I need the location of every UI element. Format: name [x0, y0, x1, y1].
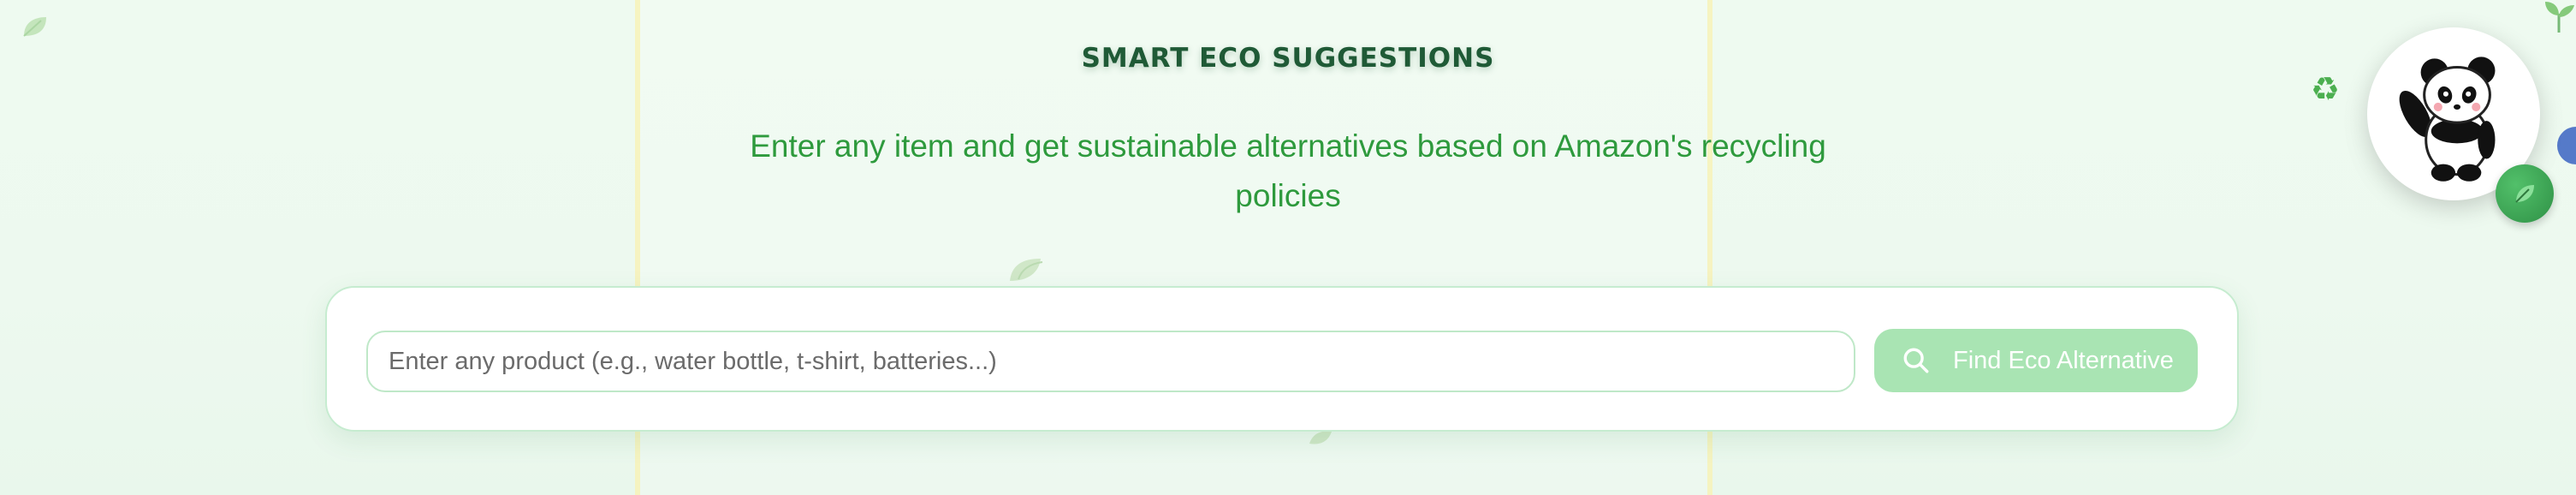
- leaf-icon: [2542, 0, 2576, 34]
- leaf-icon: [21, 14, 50, 39]
- find-eco-alternative-label: Find Eco Alternative: [1953, 346, 2174, 374]
- find-eco-alternative-button[interactable]: Find Eco Alternative: [1874, 329, 2198, 392]
- page-subtitle: Enter any item and get sustainable alter…: [750, 128, 1826, 213]
- leaf-badge-icon[interactable]: [2496, 164, 2554, 223]
- search-icon: [1902, 346, 1931, 375]
- search-card: Find Eco Alternative: [325, 286, 2239, 432]
- page-title: SMART ECO SUGGESTIONS: [1081, 43, 1495, 74]
- search-input[interactable]: [366, 331, 1855, 392]
- leaf-icon: [1006, 253, 1046, 284]
- recycle-icon: ♻: [2311, 70, 2341, 108]
